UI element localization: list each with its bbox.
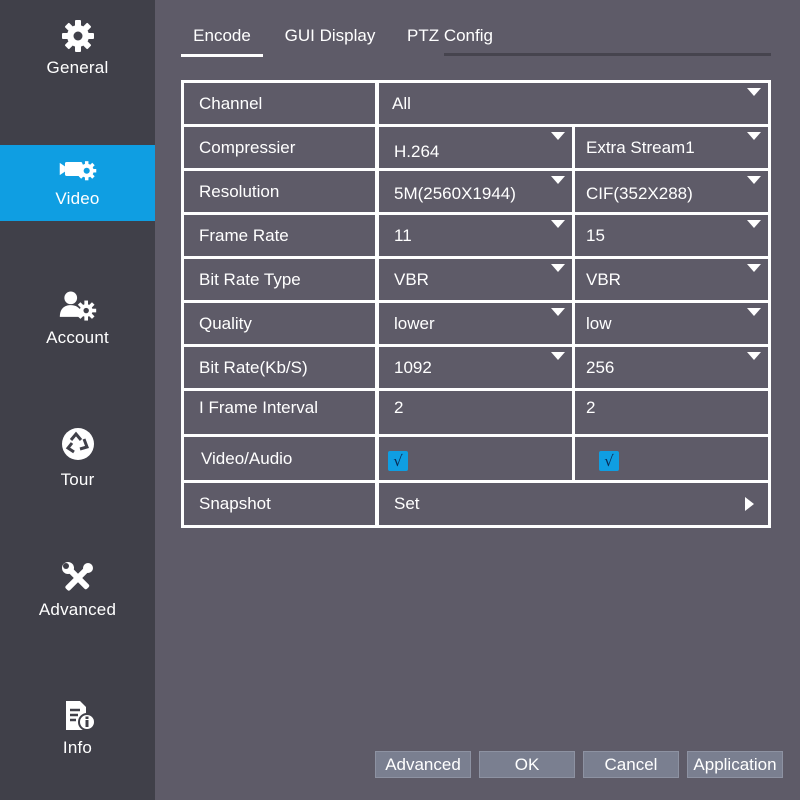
chevron-right-icon xyxy=(745,497,754,511)
compressier-main-select[interactable]: H.264 xyxy=(379,127,572,168)
tab-ptz-config[interactable]: PTZ Config xyxy=(399,20,501,54)
quality-extra-value: low xyxy=(586,313,612,333)
chevron-down-icon xyxy=(747,352,761,360)
sidebar-item-account[interactable]: Account xyxy=(0,286,155,362)
sidebar-item-label: Account xyxy=(46,328,109,347)
bit-rate-type-main-select[interactable]: VBR xyxy=(379,259,572,300)
chevron-down-icon xyxy=(551,176,565,184)
bit-rate-label: Bit Rate(Kb/S) xyxy=(184,347,375,388)
compressier-extra-value: Extra Stream1 xyxy=(586,137,695,157)
video-audio-main-cell: √ xyxy=(379,437,572,480)
resolution-main-value: 5M(2560X1944) xyxy=(394,183,516,203)
compressier-main-value: H.264 xyxy=(394,141,440,161)
advanced-button[interactable]: Advanced xyxy=(375,751,471,778)
channel-label: Channel xyxy=(184,83,375,124)
bit-rate-main-select[interactable]: 1092 xyxy=(379,347,572,388)
i-frame-interval-extra-field[interactable]: 2 xyxy=(575,391,768,434)
video-audio-extra-checkbox[interactable]: √ xyxy=(599,451,619,471)
application-button[interactable]: Application xyxy=(687,751,783,778)
recycle-icon xyxy=(58,424,98,464)
video-audio-main-checkbox[interactable]: √ xyxy=(388,451,408,471)
sidebar-item-advanced[interactable]: Advanced xyxy=(0,558,155,634)
sidebar-item-label: General xyxy=(46,58,109,77)
bit-rate-main-value: 1092 xyxy=(394,357,432,377)
sidebar-item-label: Tour xyxy=(60,470,95,489)
frame-rate-extra-value: 15 xyxy=(586,225,605,245)
quality-main-select[interactable]: lower xyxy=(379,303,572,344)
bit-rate-extra-value: 256 xyxy=(586,357,615,377)
bit-rate-type-label: Bit Rate Type xyxy=(184,259,375,300)
tab-divider xyxy=(444,53,771,56)
sidebar-item-video[interactable]: Video xyxy=(0,145,155,221)
tab-bar: Encode GUI Display PTZ Config xyxy=(181,20,771,57)
tab-encode[interactable]: Encode xyxy=(181,20,263,57)
ok-button[interactable]: OK xyxy=(479,751,575,778)
encode-settings-table: Channel All Compressier H.264 Extra Stre… xyxy=(181,80,771,528)
video-audio-extra-cell: √ xyxy=(575,437,768,480)
sidebar-item-label: Video xyxy=(55,189,100,208)
i-frame-interval-main-value: 2 xyxy=(394,398,404,417)
tools-icon xyxy=(58,558,98,598)
chevron-down-icon xyxy=(747,308,761,316)
sidebar-item-general[interactable]: General xyxy=(0,16,155,92)
quality-extra-select[interactable]: low xyxy=(575,303,768,344)
users-gear-icon xyxy=(58,286,98,326)
channel-value: All xyxy=(392,93,411,113)
sidebar-item-label: Info xyxy=(62,738,93,757)
snapshot-set-button[interactable]: Set xyxy=(379,483,768,525)
bit-rate-extra-select[interactable]: 256 xyxy=(575,347,768,388)
sidebar: General Video Account Tour Advanced Info xyxy=(0,0,155,800)
bit-rate-type-main-value: VBR xyxy=(394,269,429,289)
quality-main-value: lower xyxy=(394,313,435,333)
bit-rate-type-extra-select[interactable]: VBR xyxy=(575,259,768,300)
channel-select[interactable]: All xyxy=(379,83,768,124)
frame-rate-main-select[interactable]: 11 xyxy=(379,215,572,256)
snapshot-label: Snapshot xyxy=(184,483,375,525)
sidebar-item-label: Advanced xyxy=(38,600,117,619)
i-frame-interval-extra-value: 2 xyxy=(586,398,596,417)
resolution-extra-value: CIF(352X288) xyxy=(586,183,693,203)
i-frame-interval-label: I Frame Interval xyxy=(184,391,375,434)
compressier-extra-select[interactable]: Extra Stream1 xyxy=(575,127,768,168)
video-audio-label: Video/Audio xyxy=(184,437,375,480)
resolution-main-select[interactable]: 5M(2560X1944) xyxy=(379,171,572,212)
sidebar-item-tour[interactable]: Tour xyxy=(0,424,155,500)
chevron-down-icon xyxy=(747,264,761,272)
i-frame-interval-main-field[interactable]: 2 xyxy=(379,391,572,434)
frame-rate-label: Frame Rate xyxy=(184,215,375,256)
chevron-down-icon xyxy=(747,176,761,184)
gear-icon xyxy=(58,16,98,56)
chevron-down-icon xyxy=(551,264,565,272)
tab-gui-display[interactable]: GUI Display xyxy=(275,20,385,54)
resolution-label: Resolution xyxy=(184,171,375,212)
frame-rate-main-value: 11 xyxy=(394,225,412,245)
video-camera-gear-icon xyxy=(58,149,98,189)
resolution-extra-select[interactable]: CIF(352X288) xyxy=(575,171,768,212)
chevron-down-icon xyxy=(551,352,565,360)
chevron-down-icon xyxy=(551,132,565,140)
quality-label: Quality xyxy=(184,303,375,344)
chevron-down-icon xyxy=(551,220,565,228)
info-document-icon xyxy=(58,696,98,736)
cancel-button[interactable]: Cancel xyxy=(583,751,679,778)
chevron-down-icon xyxy=(747,220,761,228)
frame-rate-extra-select[interactable]: 15 xyxy=(575,215,768,256)
compressier-label: Compressier xyxy=(184,127,375,168)
snapshot-value: Set xyxy=(394,494,420,513)
chevron-down-icon xyxy=(747,132,761,140)
chevron-down-icon xyxy=(747,88,761,96)
sidebar-item-info[interactable]: Info xyxy=(0,696,155,772)
bit-rate-type-extra-value: VBR xyxy=(586,269,621,289)
chevron-down-icon xyxy=(551,308,565,316)
